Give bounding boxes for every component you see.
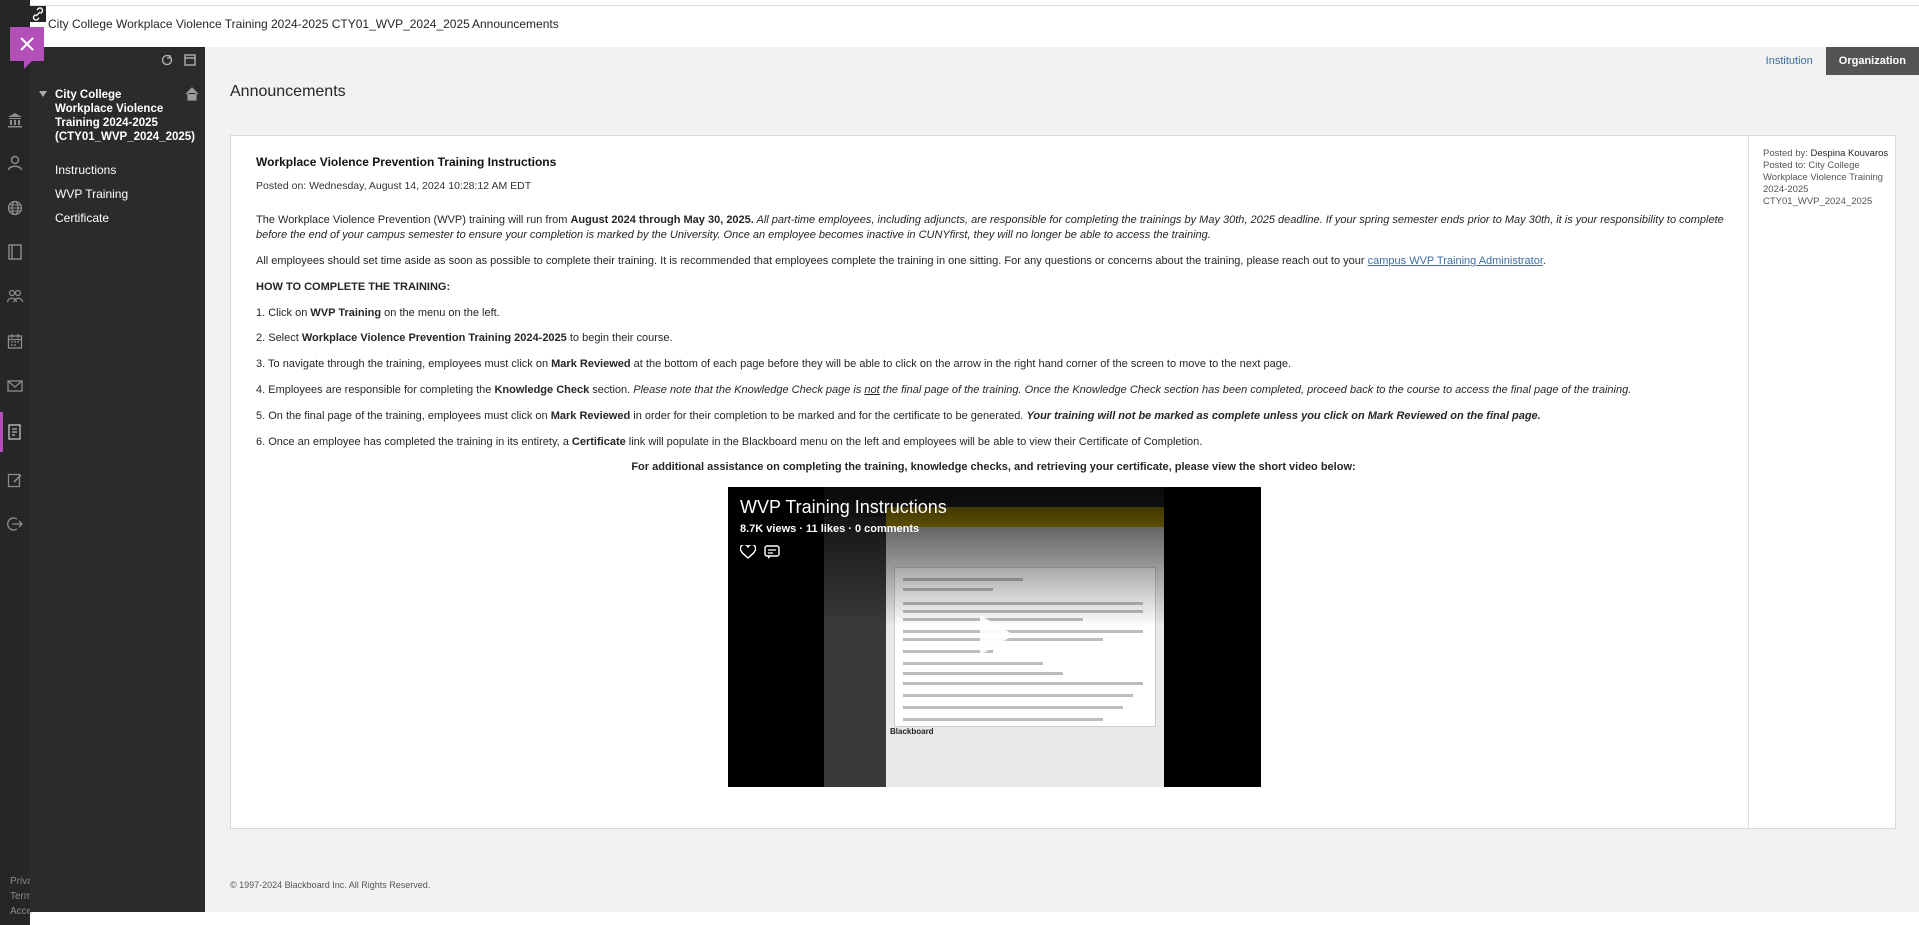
breadcrumb-bar: City College Workplace Violence Training… — [30, 5, 1919, 47]
tab-institution[interactable]: Institution — [1753, 47, 1826, 75]
step-5: 5. On the final page of the training, em… — [256, 410, 1541, 422]
active-indicator — [0, 412, 3, 452]
context-tabs: Institution Organization — [1753, 47, 1919, 75]
globe-icon[interactable] — [7, 200, 23, 216]
video-stats: 8.7K views · 11 likes · 0 comments — [740, 523, 920, 535]
step-2: 2. Select Workplace Violence Prevention … — [256, 332, 673, 344]
comment-icon[interactable] — [764, 544, 780, 560]
global-nav-rail: Priva Term Acce — [0, 0, 33, 925]
breadcrumb-course[interactable]: City College Workplace Violence Training… — [48, 17, 470, 31]
courses-icon[interactable] — [7, 244, 23, 260]
tools-icon[interactable] — [7, 472, 23, 488]
announcement-card: Workplace Violence Prevention Training I… — [230, 135, 1896, 829]
menu-view-icon[interactable] — [184, 54, 196, 66]
menu-tools — [161, 54, 196, 66]
video-screen-footer: Blackboard — [890, 727, 934, 736]
collapse-icon[interactable] — [38, 89, 48, 99]
accessibility-link[interactable]: Acce — [10, 906, 32, 917]
copyright-text: © 1997-2024 Blackboard Inc. All Rights R… — [230, 880, 431, 890]
step-1: 1. Click on WVP Training on the menu on … — [256, 307, 500, 319]
paragraph-schedule: The Workplace Violence Prevention (WVP) … — [256, 214, 1724, 241]
video-title[interactable]: WVP Training Instructions — [740, 497, 947, 518]
tab-organization[interactable]: Organization — [1825, 47, 1919, 75]
messages-icon[interactable] — [7, 378, 23, 394]
posted-by-value: Despina Kouvaros — [1810, 148, 1889, 159]
how-to-heading: HOW TO COMPLETE THE TRAINING: — [256, 281, 451, 293]
organizations-icon[interactable] — [7, 288, 23, 304]
home-icon[interactable] — [185, 87, 199, 101]
step-3: 3. To navigate through the training, emp… — [256, 358, 1292, 370]
logout-icon[interactable] — [7, 516, 23, 532]
calendar-icon[interactable] — [7, 333, 23, 349]
menu-item-instructions[interactable]: Instructions — [55, 163, 116, 177]
paragraph-contact: All employees should set time aside as s… — [256, 255, 1546, 267]
terms-link[interactable]: Term — [10, 891, 32, 902]
menu-item-certificate[interactable]: Certificate — [55, 211, 109, 225]
grades-icon[interactable] — [7, 424, 23, 440]
main-content: Institution Organization Announcements W… — [205, 47, 1919, 912]
announcement-meta: Posted by: Despina Kouvaros Posted to: C… — [1763, 148, 1893, 208]
video-player[interactable]: Blackboard WVP Training Instructions 8.7… — [728, 487, 1261, 787]
course-menu: City College Workplace Violence Training… — [30, 47, 205, 912]
announcement-body: Workplace Violence Prevention Training I… — [231, 136, 1749, 828]
breadcrumb-page: Announcements — [472, 17, 559, 31]
assistance-note: For additional assistance on completing … — [631, 461, 1356, 473]
play-icon[interactable] — [976, 613, 1016, 657]
page-title: Announcements — [230, 83, 346, 100]
announcement-title: Workplace Violence Prevention Training I… — [256, 155, 557, 169]
step-4: 4. Employees are responsible for complet… — [256, 384, 1632, 396]
course-title[interactable]: City College Workplace Violence Training… — [55, 88, 195, 144]
close-menu-button[interactable] — [10, 27, 44, 77]
heart-icon[interactable] — [740, 545, 756, 559]
profile-icon[interactable] — [7, 155, 23, 171]
posted-by-label: Posted by: — [1763, 148, 1808, 159]
wvp-administrator-link[interactable]: campus WVP Training Administrator — [1368, 255, 1543, 267]
step-6: 6. Once an employee has completed the tr… — [256, 436, 1203, 448]
refresh-icon[interactable] — [161, 54, 173, 66]
menu-item-wvp-training[interactable]: WVP Training — [55, 187, 128, 201]
posted-to-label: Posted to: — [1763, 160, 1806, 171]
announcement-posted-on: Posted on: Wednesday, August 14, 2024 10… — [256, 180, 532, 192]
institution-icon[interactable] — [7, 112, 23, 128]
link-icon[interactable] — [30, 6, 46, 22]
